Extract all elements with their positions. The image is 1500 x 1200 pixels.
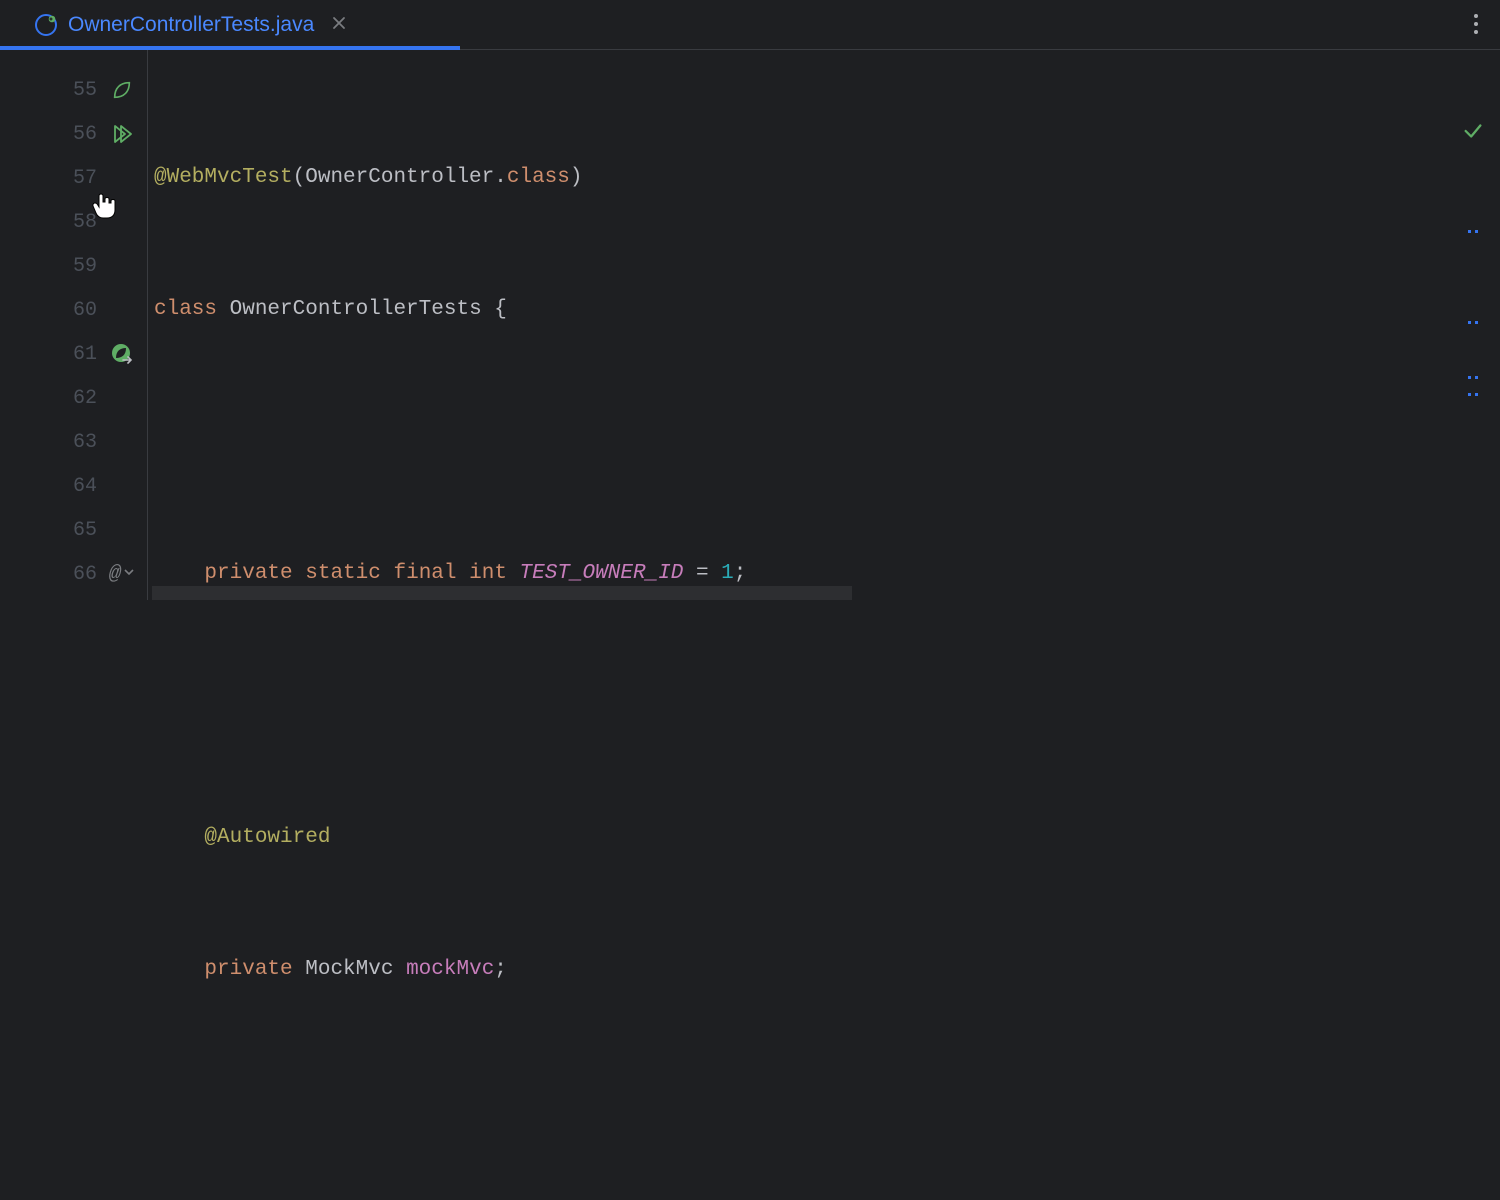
error-stripe[interactable] — [1468, 230, 1478, 396]
line-number: 56 — [57, 123, 97, 146]
inspection-ok-icon[interactable] — [1462, 120, 1484, 147]
at-override-icon[interactable]: @ — [109, 563, 121, 586]
editor-gutter: 55 56 57 58 59 60 61 — [0, 50, 148, 600]
line-number: 66 — [57, 563, 97, 586]
line-number: 65 — [57, 519, 97, 542]
line-number: 57 — [57, 167, 97, 190]
tab-filename: OwnerControllerTests.java — [68, 13, 314, 37]
close-tab-icon[interactable] — [332, 13, 346, 36]
code-editor[interactable]: 55 56 57 58 59 60 61 — [0, 50, 1500, 600]
code-area[interactable]: @WebMvcTest(OwnerController.class) class… — [148, 50, 1500, 600]
run-class-icon[interactable] — [107, 122, 137, 146]
marker-icon[interactable] — [1468, 393, 1478, 396]
tab-more-actions-icon[interactable] — [1474, 14, 1478, 34]
code-line[interactable]: class OwnerControllerTests { — [154, 288, 1500, 332]
line-number: 58 — [57, 211, 97, 234]
spring-bean-nav-icon[interactable] — [107, 342, 137, 366]
code-line[interactable] — [154, 1080, 1500, 1124]
editor-tab-bar: OwnerControllerTests.java — [0, 0, 1500, 50]
marker-icon[interactable] — [1468, 321, 1478, 324]
code-line[interactable] — [154, 420, 1500, 464]
line-number: 59 — [57, 255, 97, 278]
code-line[interactable]: @WebMvcTest(OwnerController.class) — [154, 156, 1500, 200]
horizontal-scrollbar-thumb[interactable] — [152, 586, 852, 600]
file-tab-active[interactable]: OwnerControllerTests.java — [20, 0, 360, 49]
chevron-down-icon[interactable] — [123, 565, 135, 583]
spring-leaf-icon[interactable] — [107, 79, 137, 101]
line-number: 63 — [57, 431, 97, 454]
line-number: 62 — [57, 387, 97, 410]
line-number: 64 — [57, 475, 97, 498]
code-line[interactable]: private MockMvc mockMvc; — [154, 948, 1500, 992]
line-number: 55 — [57, 79, 97, 102]
line-number: 60 — [57, 299, 97, 322]
marker-icon[interactable] — [1468, 376, 1478, 379]
line-number: 61 — [57, 343, 97, 366]
code-line[interactable]: @Autowired — [154, 816, 1500, 860]
java-class-file-icon — [34, 13, 58, 37]
marker-icon[interactable] — [1468, 230, 1478, 233]
code-line[interactable] — [154, 684, 1500, 728]
